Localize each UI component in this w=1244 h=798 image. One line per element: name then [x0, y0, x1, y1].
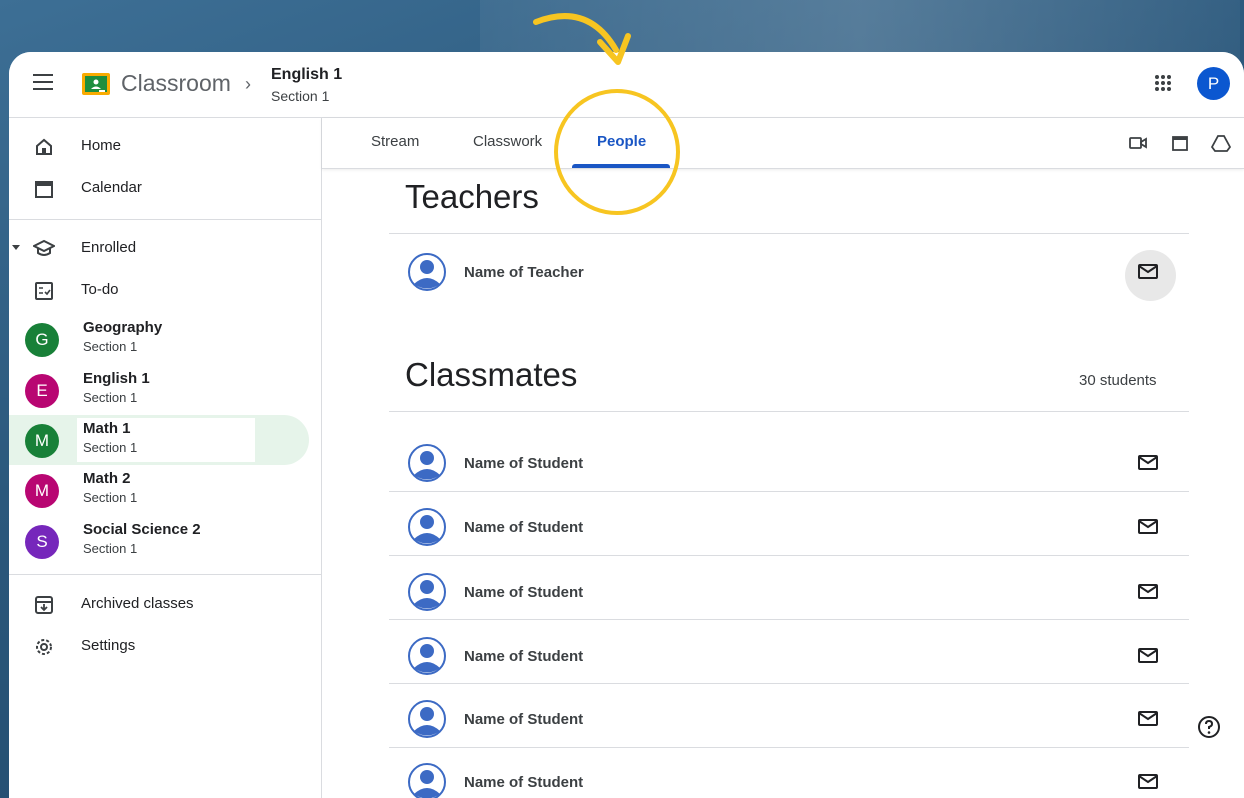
- drive-icon[interactable]: [1211, 134, 1231, 152]
- person-avatar-icon: [408, 637, 446, 675]
- class-section: Section 1: [83, 440, 138, 455]
- brand-name[interactable]: Classroom: [121, 70, 231, 97]
- row-divider: [389, 619, 1189, 620]
- class-section: Section 1: [83, 390, 138, 405]
- class-item-english-1[interactable]: E English 1 Section 1: [9, 365, 309, 415]
- caret-down-icon[interactable]: [11, 244, 21, 252]
- sidebar-item-label: Archived classes: [81, 595, 194, 612]
- sidebar-item-label: Home: [81, 137, 122, 154]
- class-name: Math 1: [83, 420, 131, 437]
- class-avatar: S: [25, 525, 59, 559]
- class-name: Geography: [83, 319, 163, 336]
- mail-icon[interactable]: [1137, 646, 1159, 664]
- student-row[interactable]: Name of Student: [389, 687, 1189, 750]
- mail-icon[interactable]: [1137, 262, 1159, 280]
- sidebar-item-label: Enrolled: [81, 239, 137, 256]
- sidebar-item-label: To-do: [81, 281, 119, 298]
- student-name: Name of Student: [464, 455, 584, 472]
- class-item-math-1[interactable]: M Math 1 Section 1: [9, 415, 309, 465]
- class-section: Section 1: [83, 490, 138, 505]
- archive-icon: [35, 596, 53, 614]
- class-avatar: E: [25, 374, 59, 408]
- gear-icon: [36, 639, 52, 655]
- person-avatar-icon: [408, 444, 446, 482]
- person-avatar-icon: [408, 253, 446, 291]
- class-avatar: G: [25, 323, 59, 357]
- course-title[interactable]: English 1: [271, 66, 342, 84]
- sidebar-item-archived[interactable]: Archived classes: [9, 583, 309, 625]
- people-page: Teachers Name of Teacher Classmates 30 s…: [322, 169, 1244, 798]
- class-name: English 1: [83, 370, 150, 387]
- tab-classwork[interactable]: Classwork: [473, 133, 542, 150]
- enrolled-cap-icon: [33, 239, 55, 256]
- sidebar-divider: [9, 574, 321, 575]
- calendar-icon[interactable]: [1170, 134, 1190, 152]
- tab-bar: Stream Classwork People: [322, 118, 1244, 169]
- person-avatar-icon: [408, 573, 446, 611]
- calendar-icon: [35, 181, 53, 198]
- google-apps-icon[interactable]: [1154, 74, 1172, 92]
- annotation-highlight-circle: [554, 89, 680, 215]
- class-avatar: M: [25, 474, 59, 508]
- help-icon[interactable]: [1197, 715, 1221, 739]
- student-name: Name of Student: [464, 774, 584, 791]
- student-row[interactable]: Name of Student: [389, 431, 1189, 494]
- section-divider: [389, 411, 1189, 412]
- row-divider: [389, 555, 1189, 556]
- tab-stream[interactable]: Stream: [371, 133, 419, 150]
- mail-icon[interactable]: [1137, 709, 1159, 727]
- annotation-arrow-icon: [533, 13, 631, 65]
- todo-icon: [35, 282, 53, 300]
- mail-icon[interactable]: [1137, 517, 1159, 535]
- class-avatar: M: [25, 424, 59, 458]
- mail-icon[interactable]: [1137, 772, 1159, 790]
- person-avatar-icon: [408, 763, 446, 798]
- teacher-name: Name of Teacher: [464, 264, 584, 281]
- account-avatar[interactable]: P: [1197, 67, 1230, 100]
- person-avatar-icon: [408, 700, 446, 738]
- row-divider: [389, 491, 1189, 492]
- student-row[interactable]: Name of Student: [389, 560, 1189, 623]
- class-item-geography[interactable]: G Geography Section 1: [9, 314, 309, 364]
- class-name: Social Science 2: [83, 521, 201, 538]
- sidebar-item-home[interactable]: Home: [9, 125, 309, 167]
- class-name: Math 2: [83, 470, 131, 487]
- sidebar-item-calendar[interactable]: Calendar: [9, 167, 309, 209]
- student-name: Name of Student: [464, 648, 584, 665]
- class-item-social-science-2[interactable]: S Social Science 2 Section 1: [9, 516, 309, 566]
- student-row[interactable]: Name of Student: [389, 750, 1189, 798]
- section-divider: [389, 233, 1189, 234]
- class-section: Section 1: [83, 541, 138, 556]
- sidebar-item-todo[interactable]: To-do: [9, 269, 309, 311]
- course-section: Section 1: [271, 88, 330, 104]
- class-item-math-2[interactable]: M Math 2 Section 1: [9, 465, 309, 515]
- teachers-heading: Teachers: [405, 178, 539, 215]
- sidebar-item-enrolled[interactable]: Enrolled: [9, 227, 309, 269]
- class-section: Section 1: [83, 339, 138, 354]
- student-name: Name of Student: [464, 711, 584, 728]
- sidebar-item-label: Settings: [81, 637, 136, 654]
- video-meet-icon[interactable]: [1128, 134, 1148, 152]
- row-divider: [389, 683, 1189, 684]
- sidebar-item-label: Calendar: [81, 179, 142, 196]
- classmates-count: 30 students: [1079, 372, 1157, 389]
- teacher-row[interactable]: Name of Teacher: [389, 240, 1189, 303]
- sidebar-divider: [9, 219, 321, 220]
- sidebar-item-settings[interactable]: Settings: [9, 625, 309, 667]
- home-icon: [36, 138, 52, 155]
- student-row[interactable]: Name of Student: [389, 495, 1189, 558]
- row-divider: [389, 747, 1189, 748]
- main-menu-icon[interactable]: [33, 74, 53, 90]
- sidebar: Home Calendar Enrolled To-do G Geography…: [9, 118, 322, 798]
- classmates-heading: Classmates: [405, 356, 578, 393]
- student-name: Name of Student: [464, 519, 584, 536]
- breadcrumb-chevron-icon: ›: [245, 74, 251, 94]
- mail-icon[interactable]: [1137, 453, 1159, 471]
- student-name: Name of Student: [464, 584, 584, 601]
- classroom-logo-icon[interactable]: [82, 73, 110, 95]
- student-row[interactable]: Name of Student: [389, 624, 1189, 687]
- person-avatar-icon: [408, 508, 446, 546]
- mail-icon[interactable]: [1137, 582, 1159, 600]
